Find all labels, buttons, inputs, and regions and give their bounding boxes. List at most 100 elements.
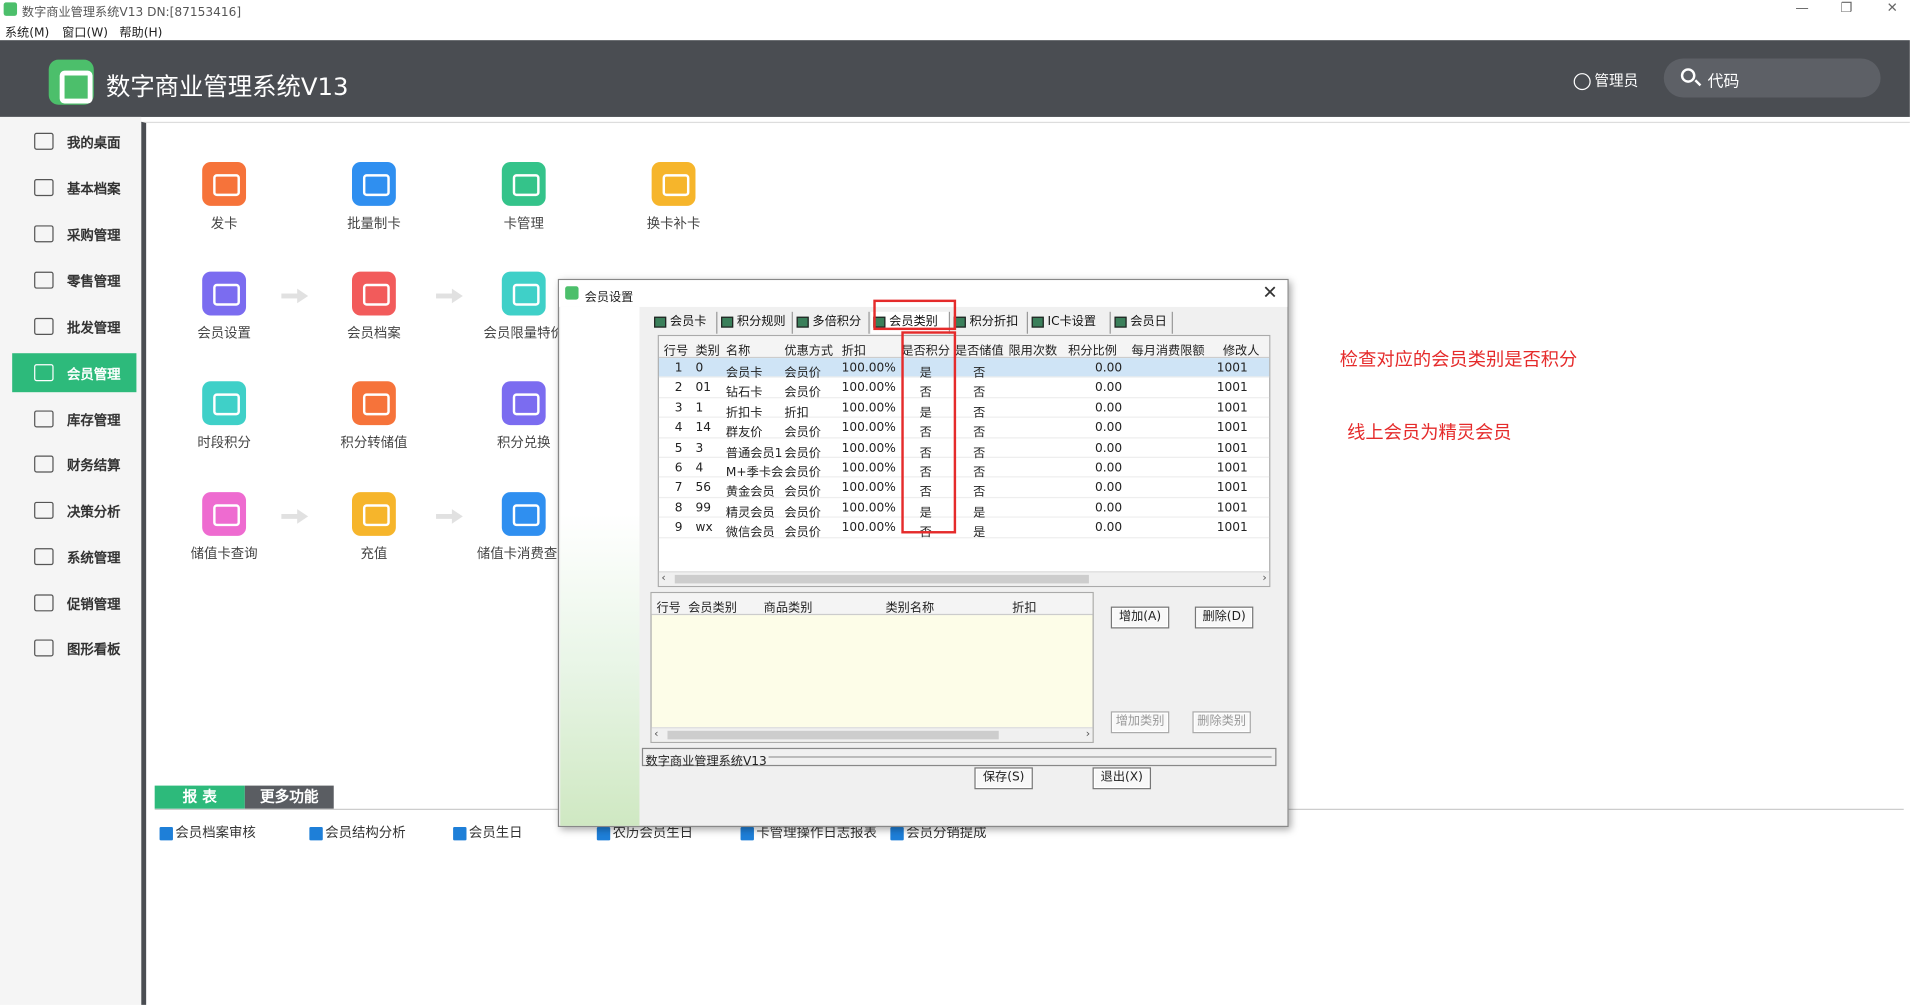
grid-column-header[interactable]: 名称: [726, 340, 783, 358]
user-menu[interactable]: 管理员: [1573, 69, 1638, 90]
grid-horizontal-scrollbar[interactable]: ‹ ›: [658, 571, 1270, 586]
sidebar-item-8[interactable]: 决策分析: [12, 491, 136, 530]
dialog-tab-6[interactable]: 会员日: [1112, 311, 1173, 334]
dialog-tab-5[interactable]: IC卡设置: [1029, 311, 1111, 334]
table-row[interactable]: 8 99 精灵会员 会员价 100.00% 是是 0.00 1001: [658, 498, 1270, 520]
table-row[interactable]: 5 3 普通会员1 会员价 100.00% 否否 0.00 1001: [658, 438, 1270, 460]
dialog-tab-1[interactable]: 积分规则: [719, 311, 793, 334]
grid-column-header[interactable]: 每月消费限额: [1132, 340, 1222, 358]
grid-column-header[interactable]: 限用次数: [1009, 340, 1067, 358]
tile-11[interactable]: 充值: [319, 492, 429, 563]
restore-icon[interactable]: ❐: [1840, 0, 1852, 16]
table-row[interactable]: 9 wx 微信会员 会员价 100.00% 否是 0.00 1001: [658, 518, 1270, 540]
sidebar-item-1[interactable]: 基本档案: [12, 168, 136, 207]
tile-7[interactable]: 时段积分: [169, 381, 279, 452]
grid-column-header[interactable]: 折扣: [842, 340, 899, 358]
sub-grid-column-header[interactable]: 折扣: [1012, 597, 1036, 615]
menu-system[interactable]: 系统(M): [5, 22, 49, 40]
save-button[interactable]: 保存(S): [974, 767, 1033, 790]
sub-grid-horizontal-scrollbar[interactable]: ‹ ›: [651, 727, 1093, 742]
grid-column-header[interactable]: 行号: [664, 340, 693, 358]
tile-icon: [501, 161, 546, 206]
sub-scroll-left-icon[interactable]: ‹: [654, 728, 658, 740]
table-cell: 14: [695, 421, 711, 436]
add-button[interactable]: 增加(A): [1110, 606, 1170, 629]
exit-button[interactable]: 退出(X): [1092, 767, 1152, 790]
tile-label: 时段积分: [197, 434, 251, 451]
report-link-2[interactable]: 会员生日: [453, 822, 523, 841]
table-row[interactable]: 64M+季卡会员会员价100.00%否否0.001001: [658, 458, 1270, 480]
sub-grid-column-header[interactable]: 行号: [657, 597, 681, 615]
sub-scroll-right-icon[interactable]: ›: [1086, 728, 1090, 740]
grid-column-header[interactable]: 类别: [695, 340, 724, 358]
add-category-button[interactable]: 增加类别: [1110, 711, 1170, 734]
menu-help[interactable]: 帮助(H): [119, 22, 162, 40]
tab-reports[interactable]: 报 表: [154, 785, 245, 809]
report-icon: [453, 826, 467, 840]
sub-scroll-thumb[interactable]: [667, 730, 999, 740]
report-link-1[interactable]: 会员结构分析: [309, 822, 406, 841]
table-row[interactable]: 4 14 群友价 会员价 100.00% 否否 0.00 1001: [658, 418, 1270, 440]
sidebar-item-5[interactable]: 会员管理: [12, 353, 137, 393]
dialog-status-bar: 数字商业管理系统V13: [641, 747, 1277, 769]
tile-1[interactable]: 批量制卡: [319, 161, 429, 233]
sub-grid-column-header[interactable]: 商品类别: [764, 597, 813, 615]
sidebar-item-10[interactable]: 促销管理: [12, 583, 136, 622]
grid-column-header[interactable]: 优惠方式: [784, 340, 840, 358]
sidebar-item-3[interactable]: 零售管理: [12, 261, 136, 300]
table-cell: 1001: [1216, 501, 1248, 515]
grid-column-header[interactable]: 积分比例: [1068, 340, 1129, 358]
scroll-thumb[interactable]: [674, 574, 1089, 584]
table-row[interactable]: 7 56 黄金会员 会员价 100.00% 否否 0.00 1001: [658, 478, 1270, 500]
table-cell: 1001: [1216, 521, 1248, 535]
dialog-tab-2[interactable]: 多倍积分: [794, 311, 870, 334]
table-row[interactable]: 3 1 折扣卡 折扣 100.00% 是否 0.00 1001: [658, 398, 1270, 420]
table-cell: 0.00: [1094, 401, 1123, 416]
tile-4[interactable]: 会员设置: [169, 271, 279, 343]
dialog-tab-0[interactable]: 会员卡: [652, 311, 718, 334]
sidebar-item-7[interactable]: 财务结算: [12, 445, 136, 484]
sidebar-item-6[interactable]: 库存管理: [12, 400, 136, 439]
table-row[interactable]: 1 0 会员卡 会员价 100.00% 是否 0.00 1001: [658, 358, 1270, 380]
tile-3[interactable]: 换卡补卡: [619, 161, 729, 233]
category-discount-grid: 行号 会员类别 商品类别 类别名称 折扣 ‹ ›: [650, 591, 1094, 743]
search-input[interactable]: 代码: [1663, 58, 1881, 98]
delete-button[interactable]: 删除(D): [1194, 606, 1254, 629]
sidebar-item-11[interactable]: 图形看板: [12, 628, 136, 667]
table-row[interactable]: 2 01 钻石卡 会员价 100.00% 否否 0.00 1001: [658, 378, 1270, 400]
dialog-tab-4[interactable]: 积分折扣: [951, 311, 1028, 334]
sidebar: 我的桌面基本档案采购管理零售管理批发管理会员管理库存管理财务结算决策分析系统管理…: [0, 116, 142, 1005]
sidebar-item-4[interactable]: 批发管理: [12, 307, 136, 346]
tab-icon: [1031, 316, 1044, 328]
table-cell: 0.00: [1094, 381, 1123, 396]
tile-10[interactable]: 储值卡查询: [169, 492, 279, 563]
grid-column-header[interactable]: 修改人: [1223, 340, 1269, 358]
minimize-icon[interactable]: —: [1795, 0, 1808, 16]
flow-arrow-icon: [281, 509, 309, 524]
table-cell: 1001: [1216, 421, 1248, 436]
sub-grid-column-header[interactable]: 类别名称: [885, 597, 934, 615]
tab-more-functions[interactable]: 更多功能: [244, 785, 334, 809]
sidebar-item-0[interactable]: 我的桌面: [12, 122, 136, 161]
tile-5[interactable]: 会员档案: [319, 271, 429, 343]
dialog-tab-label: 多倍积分: [812, 315, 862, 329]
table-cell: 100.00%: [841, 481, 896, 495]
sidebar-item-9[interactable]: 系统管理: [12, 537, 136, 576]
tile-0[interactable]: 发卡: [169, 161, 279, 233]
tile-8[interactable]: 积分转储值: [319, 381, 429, 452]
tile-2[interactable]: 卡管理: [469, 161, 579, 233]
tile-icon: [352, 161, 396, 206]
grid-column-header[interactable]: 是否储值: [955, 340, 1007, 358]
list-icon: [34, 317, 54, 335]
dialog-close-icon[interactable]: ✕: [1262, 281, 1277, 303]
scroll-right-icon[interactable]: ›: [1262, 572, 1266, 584]
sub-grid-column-header[interactable]: 会员类别: [688, 597, 737, 615]
scroll-left-icon[interactable]: ‹: [661, 572, 665, 584]
dialog-tab-label: 积分折扣: [969, 315, 1019, 329]
report-link-0[interactable]: 会员档案审核: [159, 822, 256, 841]
window-title: 数字商业管理系统V13 DN:[87153416]: [21, 6, 242, 20]
menu-window[interactable]: 窗口(W): [62, 22, 108, 40]
sidebar-item-2[interactable]: 采购管理: [12, 214, 136, 253]
close-icon[interactable]: ✕: [1887, 0, 1898, 16]
delete-category-button[interactable]: 删除类别: [1192, 711, 1251, 734]
